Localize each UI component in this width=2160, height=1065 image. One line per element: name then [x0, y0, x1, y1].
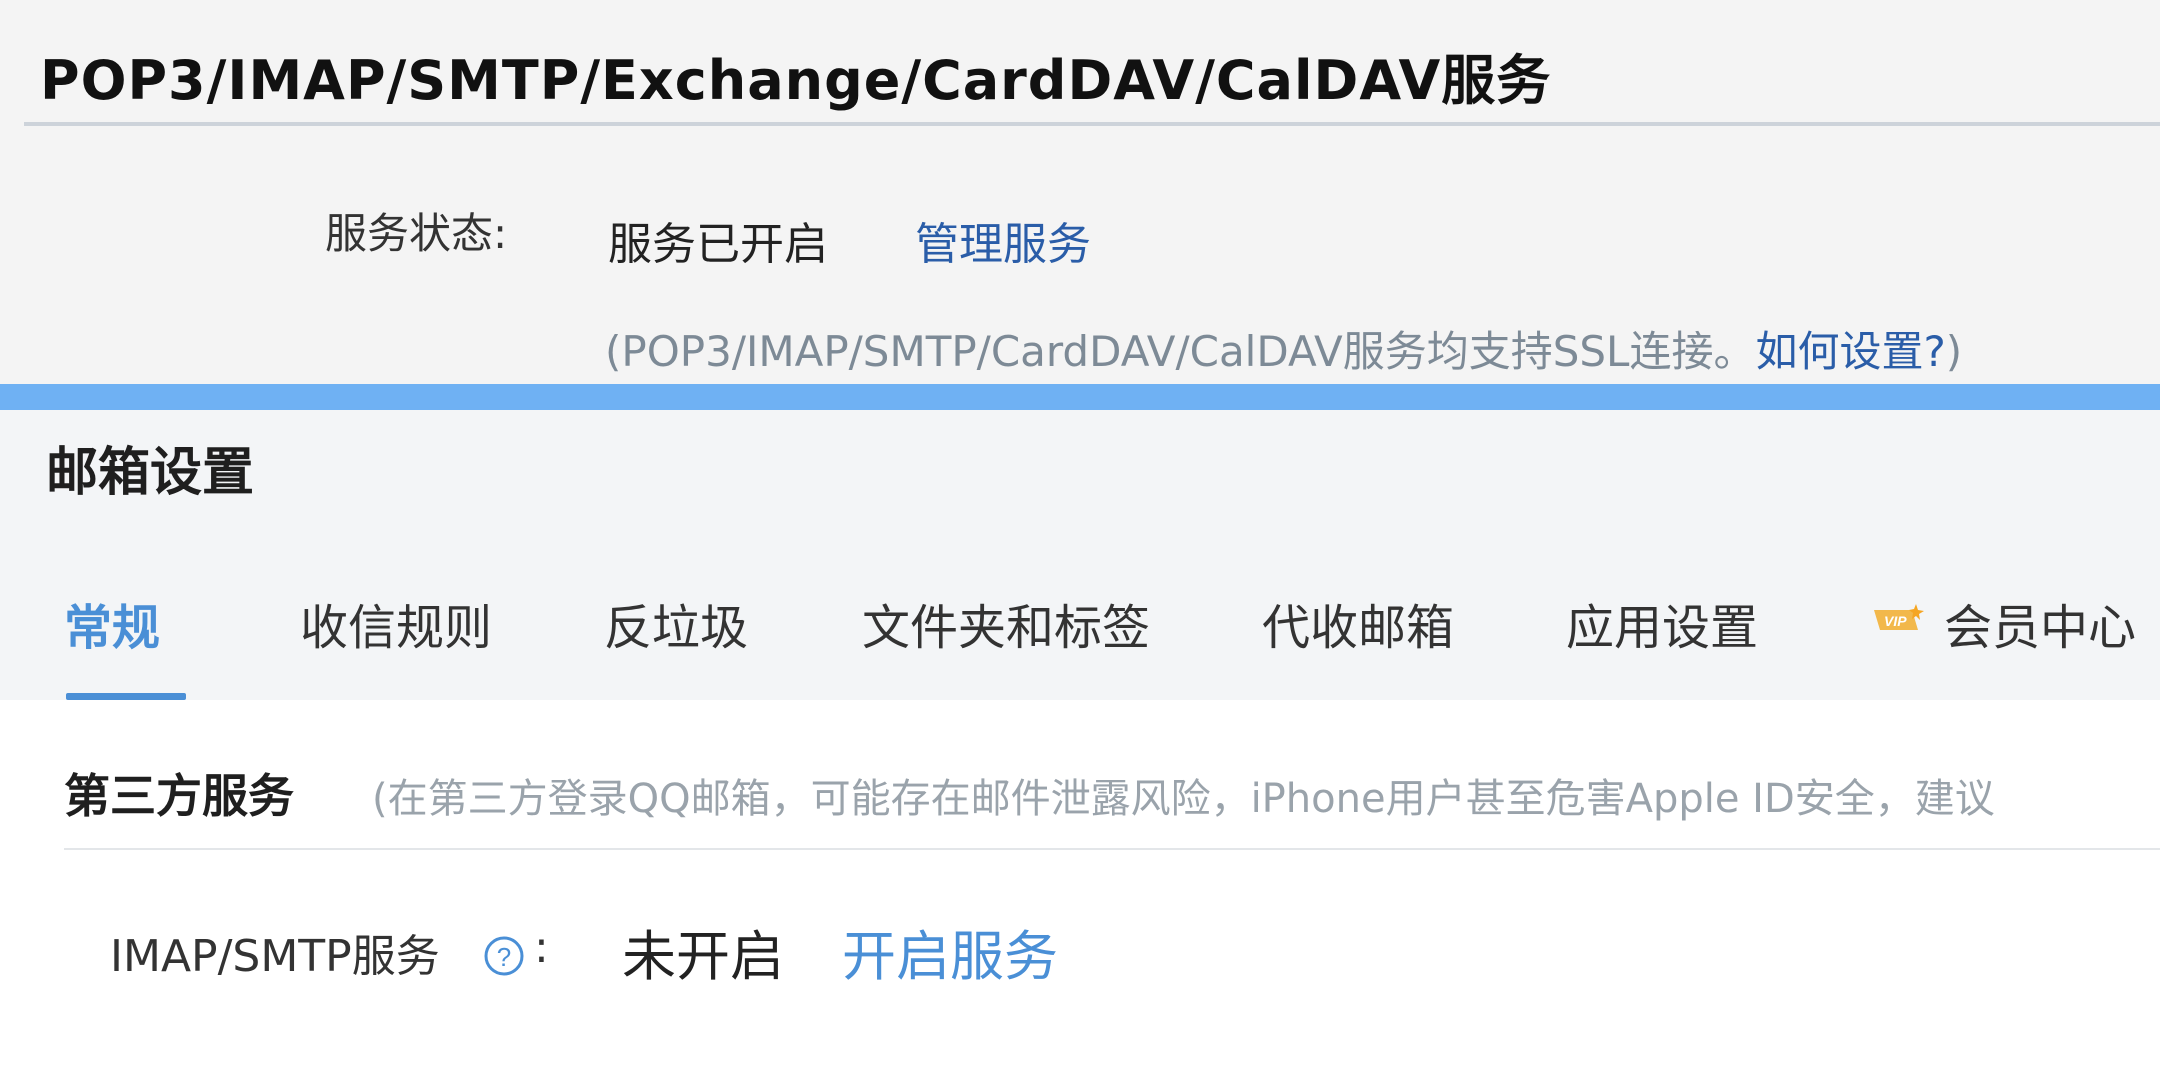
service-status-label: 服务状态:: [325, 209, 508, 258]
manage-service-link[interactable]: 管理服务: [915, 208, 1091, 272]
tab-member-center[interactable]: 会员中心: [1944, 588, 2136, 658]
how-to-setup-link[interactable]: 如何设置?: [1755, 327, 1945, 376]
title-divider: [24, 122, 2160, 126]
third-party-risk-note: (在第三方登录QQ邮箱，可能存在邮件泄露风险，iPhone用户甚至危害Apple…: [372, 776, 1995, 822]
svg-text:VIP: VIP: [1884, 613, 1907, 629]
tab-receive-rules[interactable]: 收信规则: [300, 588, 492, 658]
mailbox-settings-header: 邮箱设置 常规 收信规则 反垃圾 文件夹和标签 代收邮箱 应用设置 VIP 会员…: [0, 410, 2160, 700]
svg-text:?: ?: [497, 942, 511, 972]
section-separator-band: [0, 384, 2160, 410]
mailbox-settings-title: 邮箱设置: [46, 443, 255, 503]
service-status-value: 服务已开启: [608, 219, 828, 270]
service-section-title: POP3/IMAP/SMTP/Exchange/CardDAV/CalDAV服务: [40, 49, 1552, 112]
question-circle-icon[interactable]: ?: [482, 934, 526, 978]
tab-app-settings[interactable]: 应用设置: [1566, 588, 1758, 658]
imap-smtp-status: 未开启: [622, 925, 784, 988]
ssl-note-close: ): [1945, 327, 1963, 376]
third-party-divider: [64, 848, 2160, 850]
tab-collect-mailbox[interactable]: 代收邮箱: [1262, 588, 1454, 658]
tab-general[interactable]: 常规: [64, 588, 160, 658]
ssl-support-note: (POP3/IMAP/SMTP/CardDAV/CalDAV服务均支持SSL连接…: [605, 318, 1962, 379]
ssl-note-text: (POP3/IMAP/SMTP/CardDAV/CalDAV服务均支持SSL连接…: [605, 327, 1756, 376]
tab-anti-spam[interactable]: 反垃圾: [604, 588, 748, 658]
imap-label-colon: :: [534, 922, 549, 973]
vip-badge-icon: VIP: [1874, 604, 1924, 630]
tab-folders-and-labels[interactable]: 文件夹和标签: [862, 588, 1150, 658]
enable-service-link[interactable]: 开启服务: [842, 912, 1058, 991]
active-tab-indicator: [66, 693, 186, 700]
service-settings-panel: POP3/IMAP/SMTP/Exchange/CardDAV/CalDAV服务…: [0, 0, 2160, 384]
third-party-service-title: 第三方服务: [64, 769, 294, 823]
imap-smtp-service-label: IMAP/SMTP服务: [110, 931, 440, 982]
